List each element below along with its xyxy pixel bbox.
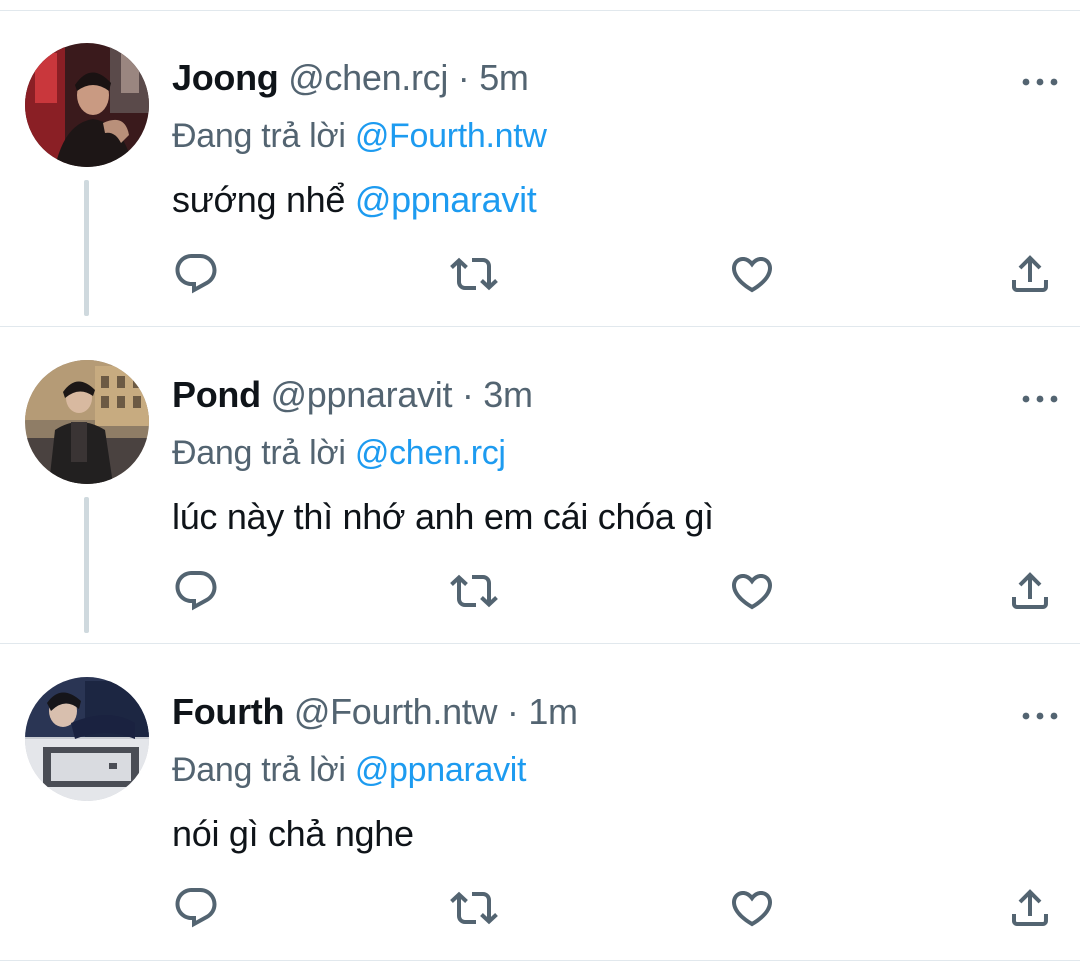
replying-to-mention[interactable]: @Fourth.ntw bbox=[355, 117, 547, 155]
like-button[interactable] bbox=[722, 878, 782, 938]
retweet-button[interactable] bbox=[444, 561, 504, 621]
tweet-header: Fourth @Fourth.ntw · 1m bbox=[172, 690, 578, 734]
tweet-joong[interactable]: Joong @chen.rcj · 5m Đang trả lời @Fourt… bbox=[0, 10, 1080, 326]
reply-icon bbox=[175, 254, 217, 294]
tweet-header: Joong @chen.rcj · 5m bbox=[172, 56, 529, 100]
more-icon[interactable] bbox=[1018, 379, 1062, 419]
timestamp[interactable]: 3m bbox=[483, 374, 533, 415]
replying-to-label: Đang trả lời bbox=[172, 434, 346, 472]
replying-to-label: Đang trả lời bbox=[172, 117, 346, 155]
like-button[interactable] bbox=[722, 244, 782, 304]
user-handle[interactable]: @chen.rcj bbox=[288, 57, 448, 98]
tweet-body-text: lúc này thì nhớ anh em cái chóa gì bbox=[172, 496, 714, 537]
tweet-header: Pond @ppnaravit · 3m bbox=[172, 373, 533, 417]
timestamp[interactable]: 5m bbox=[479, 57, 529, 98]
retweet-icon bbox=[450, 891, 498, 925]
more-icon[interactable] bbox=[1018, 696, 1062, 736]
user-handle[interactable]: @ppnaravit bbox=[271, 374, 453, 415]
action-bar bbox=[0, 244, 1080, 304]
avatar-fourth[interactable] bbox=[25, 677, 149, 801]
retweet-button[interactable] bbox=[444, 244, 504, 304]
reply-button[interactable] bbox=[166, 878, 226, 938]
tweet-body-text: nói gì chả nghe bbox=[172, 813, 414, 854]
reply-button[interactable] bbox=[166, 561, 226, 621]
replying-to: Đang trả lời @chen.rcj bbox=[172, 431, 506, 475]
action-bar bbox=[0, 561, 1080, 621]
retweet-icon bbox=[450, 257, 498, 291]
like-icon bbox=[731, 574, 773, 610]
tweet-body-text: sướng nhể bbox=[172, 179, 355, 220]
replying-to-mention[interactable]: @chen.rcj bbox=[355, 434, 506, 472]
like-icon bbox=[731, 891, 773, 927]
display-name[interactable]: Fourth bbox=[172, 691, 284, 732]
bottom-divider bbox=[0, 960, 1080, 961]
tweet-mention[interactable]: @ppnaravit bbox=[355, 179, 537, 220]
timestamp[interactable]: 1m bbox=[528, 691, 578, 732]
reply-icon bbox=[175, 888, 217, 928]
tweet-text: sướng nhể @ppnaravit bbox=[172, 176, 537, 224]
share-button[interactable] bbox=[1000, 878, 1060, 938]
share-icon bbox=[1012, 572, 1048, 609]
retweet-icon bbox=[450, 574, 498, 608]
replying-to: Đang trả lời @ppnaravit bbox=[172, 748, 527, 792]
tweet-text: nói gì chả nghe bbox=[172, 810, 414, 858]
separator-dot: · bbox=[457, 57, 470, 98]
replying-to-label: Đang trả lời bbox=[172, 751, 346, 789]
tweet-pond[interactable]: Pond @ppnaravit · 3m Đang trả lời @chen.… bbox=[0, 327, 1080, 643]
user-handle[interactable]: @Fourth.ntw bbox=[294, 691, 498, 732]
share-icon bbox=[1012, 255, 1048, 292]
share-button[interactable] bbox=[1000, 561, 1060, 621]
retweet-button[interactable] bbox=[444, 878, 504, 938]
tweet-text: lúc này thì nhớ anh em cái chóa gì bbox=[172, 493, 714, 541]
avatar-joong[interactable] bbox=[25, 43, 149, 167]
display-name[interactable]: Pond bbox=[172, 374, 261, 415]
like-icon bbox=[731, 257, 773, 293]
action-bar bbox=[0, 878, 1080, 938]
tweet-fourth[interactable]: Fourth @Fourth.ntw · 1m Đang trả lời @pp… bbox=[0, 644, 1080, 960]
separator-dot: · bbox=[461, 374, 474, 415]
replying-to-mention[interactable]: @ppnaravit bbox=[355, 751, 527, 789]
display-name[interactable]: Joong bbox=[172, 57, 279, 98]
more-icon[interactable] bbox=[1018, 62, 1062, 102]
avatar-pond[interactable] bbox=[25, 360, 149, 484]
reply-button[interactable] bbox=[166, 244, 226, 304]
reply-icon bbox=[175, 571, 217, 611]
separator-dot: · bbox=[506, 691, 519, 732]
share-icon bbox=[1012, 889, 1048, 926]
replying-to: Đang trả lời @Fourth.ntw bbox=[172, 114, 547, 158]
share-button[interactable] bbox=[1000, 244, 1060, 304]
like-button[interactable] bbox=[722, 561, 782, 621]
